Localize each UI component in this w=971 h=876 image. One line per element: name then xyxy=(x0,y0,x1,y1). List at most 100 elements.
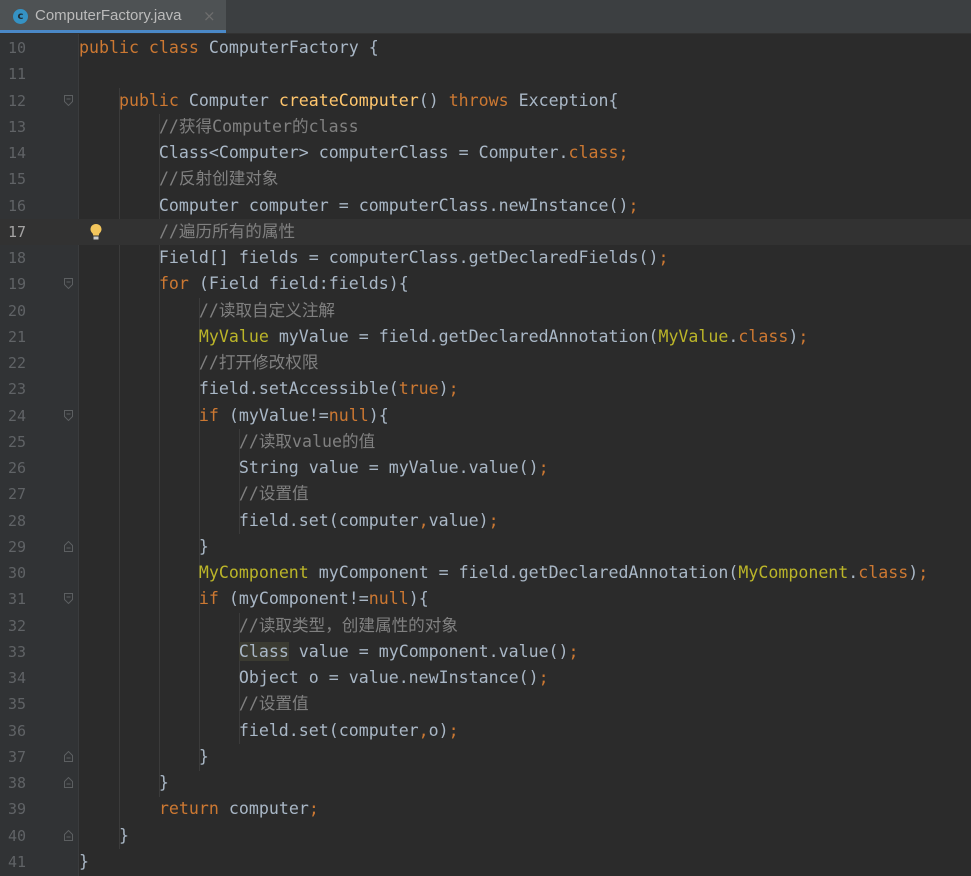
code-token: value) xyxy=(428,510,489,530)
keyword-token: class xyxy=(858,563,909,582)
code-line[interactable]: 27 //设置值 xyxy=(0,481,971,507)
fold-open-icon[interactable] xyxy=(64,409,73,421)
line-number: 10 xyxy=(7,39,26,57)
code-token: ){ xyxy=(408,589,429,609)
line-number: 16 xyxy=(7,196,26,215)
annotation-token: MyComponent xyxy=(738,563,849,582)
code-line[interactable]: 37 } xyxy=(0,744,971,770)
code-line[interactable]: 39 return computer; xyxy=(0,796,971,822)
editor-tab-bar: c ComputerFactory.java × xyxy=(0,0,971,34)
code-token: } xyxy=(79,536,209,556)
close-icon[interactable]: × xyxy=(203,7,216,25)
comment-token: //打开修改权限 xyxy=(198,353,319,372)
keyword-token: ; xyxy=(488,510,499,530)
tab-title: ComputerFactory.java xyxy=(35,7,182,24)
code-text: } xyxy=(79,744,209,770)
code-text: //遍历所有的属性 xyxy=(79,219,295,245)
line-number: 22 xyxy=(7,354,26,372)
code-line[interactable]: 26 String value = myValue.value(); xyxy=(0,455,971,481)
code-token: ) xyxy=(908,563,919,582)
code-line[interactable]: 10 public class ComputerFactory { xyxy=(0,35,971,61)
fold-close-icon[interactable] xyxy=(64,777,73,788)
code-line[interactable]: 36 field.set(computer,o); xyxy=(0,718,971,744)
code-line[interactable]: 18 Field[] fields = computerClass.getDec… xyxy=(0,245,971,271)
code-text: } xyxy=(79,534,209,560)
keyword-token: class; xyxy=(568,143,629,162)
code-line[interactable]: 32 //读取类型，创建属性的对象 xyxy=(0,613,971,639)
comment-token: //设置值 xyxy=(238,694,309,714)
code-text: field.set(computer,o); xyxy=(79,718,459,744)
line-number: 35 xyxy=(7,695,26,714)
line-number: 19 xyxy=(7,275,26,294)
code-line[interactable]: 28 field.set(computer,value); xyxy=(0,508,971,534)
method-name-token: createComputer xyxy=(278,90,419,110)
code-token: Object o = value.newInstance() xyxy=(79,668,539,687)
tab-computerfactory-java[interactable]: c ComputerFactory.java × xyxy=(0,0,226,33)
line-number: 30 xyxy=(7,564,26,582)
code-token: () xyxy=(418,90,449,110)
code-text: MyValue myValue = field.getDeclaredAnnot… xyxy=(79,324,808,350)
line-number: 29 xyxy=(7,537,26,556)
code-line[interactable]: 20 //读取自定义注解 xyxy=(0,298,971,324)
code-token: } xyxy=(79,851,89,871)
code-text: //读取类型，创建属性的对象 xyxy=(79,613,458,639)
annotation-token: MyValue xyxy=(198,326,269,346)
code-line[interactable]: 33 Class value = myComponent.value(); xyxy=(0,639,971,665)
highlighted-token: Class xyxy=(238,641,289,661)
line-number: 34 xyxy=(7,669,26,687)
keyword-token: true xyxy=(398,379,439,399)
fold-open-icon[interactable] xyxy=(64,593,73,605)
code-line[interactable]: 24 if (myValue!=null){ xyxy=(0,403,971,429)
code-line[interactable]: 17 //遍历所有的属性 xyxy=(0,218,971,245)
code-text: field.setAccessible(true); xyxy=(79,376,459,402)
code-text: if (myComponent!=null){ xyxy=(79,586,429,612)
code-line[interactable]: 30 MyComponent myComponent = field.getDe… xyxy=(0,560,971,586)
code-line[interactable]: 34 Object o = value.newInstance(); xyxy=(0,665,971,691)
code-line[interactable]: 29 } xyxy=(0,534,971,560)
code-line[interactable]: 14 Class<Computer> computerClass = Compu… xyxy=(0,140,971,166)
line-number: 40 xyxy=(7,826,26,845)
keyword-token: throws xyxy=(448,90,509,110)
code-line[interactable]: 40 } xyxy=(0,823,971,849)
line-number: 39 xyxy=(7,800,26,819)
code-editor[interactable]: 10 public class ComputerFactory {11 12 pub… xyxy=(0,34,971,876)
code-line[interactable]: 15 //反射创建对象 xyxy=(0,166,971,192)
fold-open-icon[interactable] xyxy=(64,278,73,290)
keyword-token: ; xyxy=(538,458,549,477)
fold-close-icon[interactable] xyxy=(64,829,73,841)
keyword-token: if xyxy=(198,589,219,609)
code-line[interactable]: 22 //打开修改权限 xyxy=(0,350,971,376)
fold-close-icon[interactable] xyxy=(64,750,73,762)
keyword-token: ; xyxy=(448,379,459,399)
fold-open-icon[interactable] xyxy=(64,94,73,106)
line-number: 20 xyxy=(7,301,26,320)
fold-close-icon[interactable] xyxy=(64,540,73,552)
code-line[interactable]: 19 for (Field field:fields){ xyxy=(0,271,971,297)
line-number: 25 xyxy=(7,432,26,451)
code-line[interactable]: 31 if (myComponent!=null){ xyxy=(0,586,971,612)
code-token: field.set(computer xyxy=(79,720,419,740)
keyword-token: null xyxy=(368,589,409,609)
line-number: 31 xyxy=(7,590,26,609)
code-line[interactable]: 38 } xyxy=(0,770,971,796)
code-line[interactable]: 21 MyValue myValue = field.getDeclaredAn… xyxy=(0,324,971,350)
code-line[interactable]: 35 //设置值 xyxy=(0,691,971,717)
keyword-token: ; xyxy=(308,799,319,819)
code-line[interactable]: 13 //获得Computer的class xyxy=(0,114,971,140)
code-line[interactable]: 16 Computer computer = computerClass.new… xyxy=(0,193,971,219)
code-line[interactable]: 23 field.setAccessible(true); xyxy=(0,376,971,402)
keyword-token: public xyxy=(118,90,179,110)
keyword-token: ; xyxy=(628,195,639,215)
keyword-token: ; xyxy=(448,720,459,740)
code-line[interactable]: 12 public Computer createComputer() thro… xyxy=(0,88,971,114)
code-line[interactable]: 41} xyxy=(0,849,971,875)
annotation-token: MyValue xyxy=(658,326,729,346)
code-token: o) xyxy=(428,720,449,740)
code-line[interactable]: 11 xyxy=(0,61,971,87)
code-line[interactable]: 25 //读取value的值 xyxy=(0,429,971,455)
